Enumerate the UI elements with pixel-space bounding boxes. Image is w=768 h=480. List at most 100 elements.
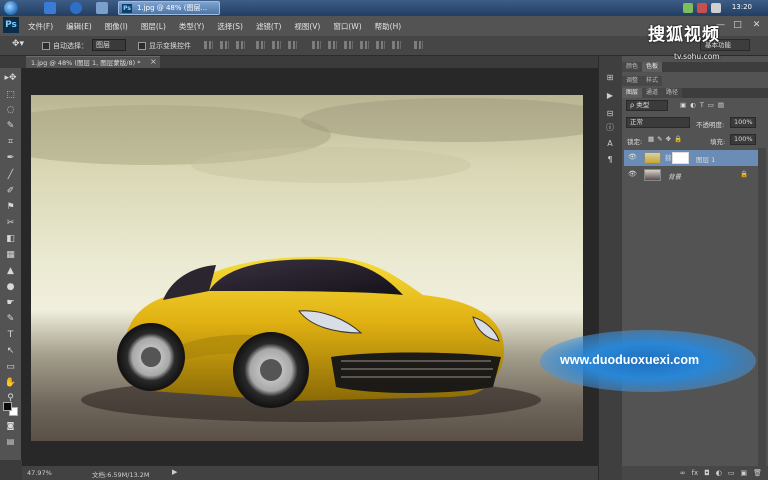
menu-filter[interactable]: 滤镜(T) — [256, 21, 281, 32]
document-tab[interactable]: 1.jpg @ 48% (图层 1, 图层蒙版/8) * — [26, 56, 160, 68]
type-tool-icon[interactable]: T — [4, 330, 17, 341]
document-image[interactable] — [31, 95, 583, 441]
app-icon[interactable] — [96, 2, 108, 14]
menu-help[interactable]: 帮助(H) — [375, 21, 402, 32]
menu-image[interactable]: 图像(I) — [105, 21, 128, 32]
layer-filter-dropdown[interactable]: ρ 类型 — [626, 100, 668, 111]
align-vcenter-icon[interactable] — [220, 41, 229, 49]
distribute-bottom-icon[interactable] — [344, 41, 353, 49]
distribute-top-icon[interactable] — [312, 41, 321, 49]
history-brush-tool-icon[interactable]: ✂ — [4, 218, 17, 229]
align-left-icon[interactable] — [256, 41, 265, 49]
path-select-tool-icon[interactable]: ↖ — [4, 346, 17, 357]
status-menu-arrow-icon[interactable]: ▶ — [172, 468, 177, 476]
align-right-icon[interactable] — [288, 41, 297, 49]
tab-color[interactable]: 颜色 — [622, 62, 643, 72]
pen-tool-icon[interactable]: ☛ — [4, 298, 17, 309]
link-layers-icon[interactable]: ∞ — [680, 466, 686, 480]
quick-mask-icon[interactable]: ◙ — [4, 420, 17, 431]
start-button[interactable] — [4, 1, 18, 15]
photoshop-task-button[interactable]: Ps 1.jpg @ 48% (图层... — [118, 1, 220, 15]
photoshop-logo[interactable]: Ps — [3, 17, 19, 33]
crop-tool-icon[interactable]: ⌗ — [4, 137, 17, 148]
brush-tool-icon[interactable]: ✐ — [4, 186, 17, 197]
opacity-input[interactable]: 100% — [730, 117, 756, 128]
blend-mode-dropdown[interactable]: 正常 — [626, 117, 690, 128]
tab-channels[interactable]: 通道 — [642, 88, 663, 98]
show-transform-checkbox[interactable]: 显示变换控件 — [138, 41, 191, 51]
close-tab-icon[interactable]: × — [150, 56, 157, 68]
auto-select-dropdown[interactable]: 图层 — [92, 39, 126, 51]
info-panel-icon[interactable]: ⓘ — [604, 122, 616, 133]
align-bottom-icon[interactable] — [236, 41, 245, 49]
eraser-tool-icon[interactable]: ◧ — [4, 234, 17, 245]
lock-icons[interactable]: ▦✎✥🔒 — [648, 135, 685, 143]
distribute-right-icon[interactable] — [392, 41, 401, 49]
blur-tool-icon[interactable]: ▲ — [4, 266, 17, 277]
menu-view[interactable]: 视图(V) — [294, 21, 320, 32]
hand-tool-icon[interactable]: ✋ — [4, 378, 17, 389]
tab-adjustments[interactable]: 调整 — [622, 76, 643, 86]
fill-input[interactable]: 100% — [730, 134, 756, 145]
align-hcenter-icon[interactable] — [272, 41, 281, 49]
menu-layer[interactable]: 图层(L) — [141, 21, 166, 32]
explorer-icon[interactable] — [44, 2, 56, 14]
tab-styles[interactable]: 样式 — [642, 76, 663, 86]
screen-mode-icon[interactable]: ▤ — [4, 436, 17, 447]
auto-align-icon[interactable] — [414, 41, 423, 49]
tray-security-icon[interactable] — [697, 3, 707, 13]
layer-filter-icons[interactable]: ▣◐T▭▤ — [680, 101, 728, 109]
layers-scrollbar[interactable] — [758, 148, 766, 466]
move-tool-icon[interactable]: ▸✥ — [4, 73, 17, 84]
paragraph-panel-icon[interactable]: ¶ — [604, 154, 616, 165]
shape-tool-icon[interactable]: ▭ — [4, 362, 17, 373]
checkbox-box[interactable] — [42, 42, 50, 50]
checkbox-box[interactable] — [138, 42, 146, 50]
clock[interactable]: 13:20 — [732, 3, 752, 11]
actions-panel-icon[interactable]: ▶ — [604, 90, 616, 101]
distribute-vcenter-icon[interactable] — [328, 41, 337, 49]
tab-swatches[interactable]: 色板 — [642, 62, 663, 72]
menu-edit[interactable]: 编辑(E) — [66, 21, 92, 32]
layer-mask-thumbnail[interactable] — [672, 152, 689, 164]
tray-volume-icon[interactable] — [711, 3, 721, 13]
menu-window[interactable]: 窗口(W) — [333, 21, 361, 32]
distribute-hcenter-icon[interactable] — [376, 41, 385, 49]
foreground-color-swatch[interactable] — [3, 402, 12, 411]
layer-row-layer1[interactable]: 👁 ⛓ 图层 1 — [624, 150, 758, 166]
trash-icon[interactable]: 🗑 — [753, 466, 762, 480]
auto-select-checkbox[interactable]: 自动选择： — [42, 41, 88, 51]
new-layer-icon[interactable]: ▣ — [740, 466, 747, 480]
visibility-eye-icon[interactable]: 👁 — [628, 153, 637, 161]
visibility-eye-icon[interactable]: 👁 — [628, 170, 637, 178]
tray-network-icon[interactable] — [683, 3, 693, 13]
menu-type[interactable]: 类型(Y) — [179, 21, 204, 32]
move-tool-preset-icon[interactable]: ✥▾ — [12, 39, 24, 49]
add-mask-icon[interactable]: ◘ — [704, 466, 710, 480]
new-group-icon[interactable]: ▭ — [728, 466, 735, 480]
tab-layers[interactable]: 图层 — [622, 88, 643, 98]
maximize-button[interactable]: □ — [731, 19, 744, 31]
character-panel-icon[interactable]: A — [604, 138, 616, 149]
tab-paths[interactable]: 路径 — [662, 88, 683, 98]
align-top-icon[interactable] — [204, 41, 213, 49]
menu-file[interactable]: 文件(F) — [28, 21, 53, 32]
gradient-tool-icon[interactable]: ▦ — [4, 250, 17, 261]
history-panel-icon[interactable]: ⊞ — [604, 72, 616, 83]
fx-icon[interactable]: fx — [692, 466, 699, 480]
eyedropper-tool-icon[interactable]: ✒ — [4, 153, 17, 164]
stamp-tool-icon[interactable]: ⚑ — [4, 202, 17, 213]
adjustment-layer-icon[interactable]: ◐ — [716, 466, 722, 480]
properties-panel-icon[interactable]: ⊟ — [604, 108, 616, 119]
dodge-tool-icon[interactable]: ● — [4, 282, 17, 293]
browser-icon[interactable] — [70, 2, 82, 14]
distribute-left-icon[interactable] — [360, 41, 369, 49]
freeform-pen-icon[interactable]: ✎ — [4, 314, 17, 325]
zoom-level[interactable]: 47.97% — [27, 469, 52, 477]
layer-row-background[interactable]: 👁 背景 🔒 — [624, 167, 758, 183]
quick-select-tool-icon[interactable]: ✎ — [4, 121, 17, 132]
lasso-tool-icon[interactable]: ◌ — [4, 105, 17, 116]
healing-tool-icon[interactable]: ╱ — [4, 170, 17, 181]
marquee-tool-icon[interactable]: ⬚ — [4, 90, 17, 101]
close-window-button[interactable]: ✕ — [750, 19, 763, 31]
